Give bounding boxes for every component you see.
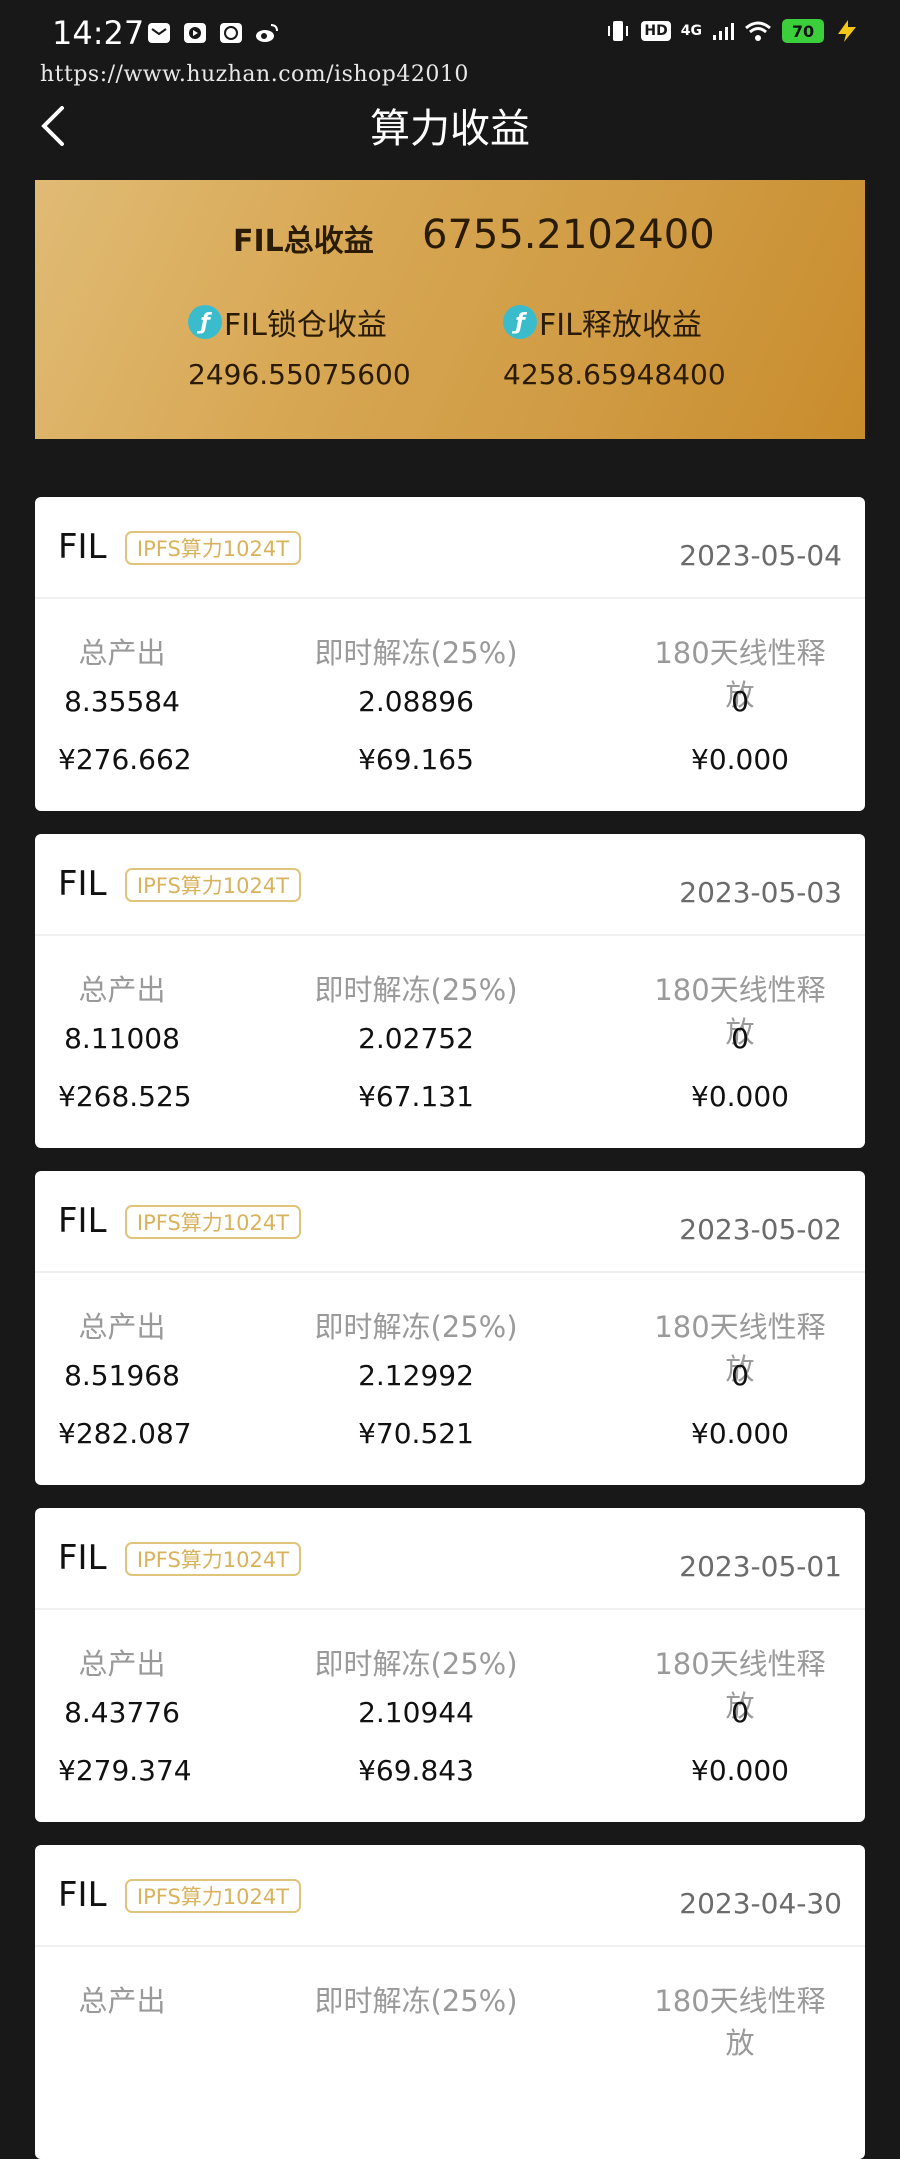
- total-output-cny: ¥276.662: [58, 743, 192, 776]
- card-date: 2023-05-02: [679, 1213, 842, 1246]
- linear-release-cny: ¥0.000: [691, 1754, 789, 1787]
- card-date: 2023-04-30: [679, 1887, 842, 1920]
- instant-unfreeze-header: 即时解冻(25%): [314, 636, 518, 670]
- instant-unfreeze-cny: ¥69.165: [358, 743, 474, 776]
- instant-unfreeze-value: 2.10944: [358, 1696, 474, 1729]
- linear-release-cny: ¥0.000: [691, 1080, 789, 1113]
- weibo-icon: [254, 20, 280, 46]
- instant-unfreeze-cny: ¥69.843: [358, 1754, 474, 1787]
- locked-earnings-label: FIL锁仓收益: [224, 308, 387, 343]
- total-output-header: 总产出: [78, 1310, 166, 1344]
- coin-name: FIL: [58, 1875, 107, 1915]
- card-header: FIL IPFS算力1024T 2023-04-30: [35, 1845, 865, 1947]
- notification-icons: [146, 20, 280, 46]
- page-title: 算力收益: [370, 106, 530, 152]
- locked-earnings-value: 2496.55075600: [188, 358, 411, 391]
- total-output-value: 8.11008: [64, 1022, 180, 1055]
- earnings-card[interactable]: FIL IPFS算力1024T 2023-04-30 总产出 即时解冻(25%)…: [35, 1845, 865, 2159]
- charging-icon: [838, 20, 856, 42]
- fil-coin-icon: ƒ: [188, 305, 222, 339]
- product-tag: IPFS算力1024T: [125, 1879, 301, 1913]
- mail-icon: [146, 20, 172, 46]
- coin-name: FIL: [58, 1201, 107, 1241]
- card-date: 2023-05-01: [679, 1550, 842, 1583]
- watermark-url: https://www.huzhan.com/ishop42010: [40, 62, 469, 87]
- instant-unfreeze-header: 即时解冻(25%): [314, 1984, 518, 2018]
- total-output-value: 8.43776: [64, 1696, 180, 1729]
- product-tag: IPFS算力1024T: [125, 868, 301, 902]
- instant-unfreeze-cny: ¥67.131: [358, 1080, 474, 1113]
- released-earnings: ƒ FIL释放收益: [503, 300, 702, 344]
- card-header: FIL IPFS算力1024T 2023-05-01: [35, 1508, 865, 1610]
- total-output-header: 总产出: [78, 973, 166, 1007]
- product-tag: IPFS算力1024T: [125, 1542, 301, 1576]
- linear-release-value: 0: [731, 1022, 749, 1055]
- total-output-header: 总产出: [78, 1647, 166, 1681]
- total-earnings-label: FIL总收益: [233, 224, 374, 259]
- instant-unfreeze-value: 2.08896: [358, 685, 474, 718]
- coin-name: FIL: [58, 1538, 107, 1578]
- clock: 14:27: [52, 14, 145, 52]
- hd-icon: HD: [641, 21, 671, 41]
- product-tag: IPFS算力1024T: [125, 531, 301, 565]
- released-earnings-value: 4258.65948400: [503, 358, 726, 391]
- linear-release-cny: ¥0.000: [691, 1417, 789, 1450]
- status-bar: 14:27 HD 4G 70: [0, 0, 900, 70]
- network-icon: 4G: [680, 23, 702, 39]
- total-output-cny: ¥279.374: [58, 1754, 192, 1787]
- instant-unfreeze-header: 即时解冻(25%): [314, 973, 518, 1007]
- total-output-value: 8.51968: [64, 1359, 180, 1392]
- chat-icon: [218, 20, 244, 46]
- earnings-card[interactable]: FIL IPFS算力1024T 2023-05-02 总产出 即时解冻(25%)…: [35, 1171, 865, 1485]
- linear-release-header: 180天线性释放: [654, 1984, 826, 2060]
- card-date: 2023-05-03: [679, 876, 842, 909]
- linear-release-value: 0: [731, 1696, 749, 1729]
- card-header: FIL IPFS算力1024T 2023-05-04: [35, 497, 865, 599]
- coin-name: FIL: [58, 527, 107, 567]
- instant-unfreeze-value: 2.12992: [358, 1359, 474, 1392]
- earnings-card[interactable]: FIL IPFS算力1024T 2023-05-03 总产出 即时解冻(25%)…: [35, 834, 865, 1148]
- coin-name: FIL: [58, 864, 107, 904]
- instant-unfreeze-header: 即时解冻(25%): [314, 1647, 518, 1681]
- vibrate-icon: [608, 21, 629, 41]
- system-icons: HD 4G 70: [605, 18, 860, 44]
- fil-coin-icon: ƒ: [503, 305, 537, 339]
- signal-icon: [713, 23, 734, 40]
- total-output-value: 8.35584: [64, 685, 180, 718]
- linear-release-value: 0: [731, 1359, 749, 1392]
- card-header: FIL IPFS算力1024T 2023-05-03: [35, 834, 865, 936]
- total-output-cny: ¥282.087: [58, 1417, 192, 1450]
- card-header: FIL IPFS算力1024T 2023-05-02: [35, 1171, 865, 1273]
- battery-icon: 70: [782, 19, 824, 43]
- card-date: 2023-05-04: [679, 539, 842, 572]
- summary-panel: FIL总收益 6755.2102400 ƒ FIL锁仓收益 ƒ FIL释放收益 …: [35, 180, 865, 439]
- earnings-card[interactable]: FIL IPFS算力1024T 2023-05-04 总产出 即时解冻(25%)…: [35, 497, 865, 811]
- linear-release-value: 0: [731, 685, 749, 718]
- video-icon: [182, 20, 208, 46]
- wifi-icon: [745, 21, 771, 41]
- total-output-cny: ¥268.525: [58, 1080, 192, 1113]
- linear-release-cny: ¥0.000: [691, 743, 789, 776]
- instant-unfreeze-cny: ¥70.521: [358, 1417, 474, 1450]
- earnings-card[interactable]: FIL IPFS算力1024T 2023-05-01 总产出 即时解冻(25%)…: [35, 1508, 865, 1822]
- product-tag: IPFS算力1024T: [125, 1205, 301, 1239]
- locked-earnings: ƒ FIL锁仓收益: [188, 300, 387, 344]
- total-output-header: 总产出: [78, 636, 166, 670]
- instant-unfreeze-value: 2.02752: [358, 1022, 474, 1055]
- instant-unfreeze-header: 即时解冻(25%): [314, 1310, 518, 1344]
- total-earnings-value: 6755.2102400: [422, 212, 715, 258]
- total-output-header: 总产出: [78, 1984, 166, 2018]
- released-earnings-label: FIL释放收益: [539, 308, 702, 343]
